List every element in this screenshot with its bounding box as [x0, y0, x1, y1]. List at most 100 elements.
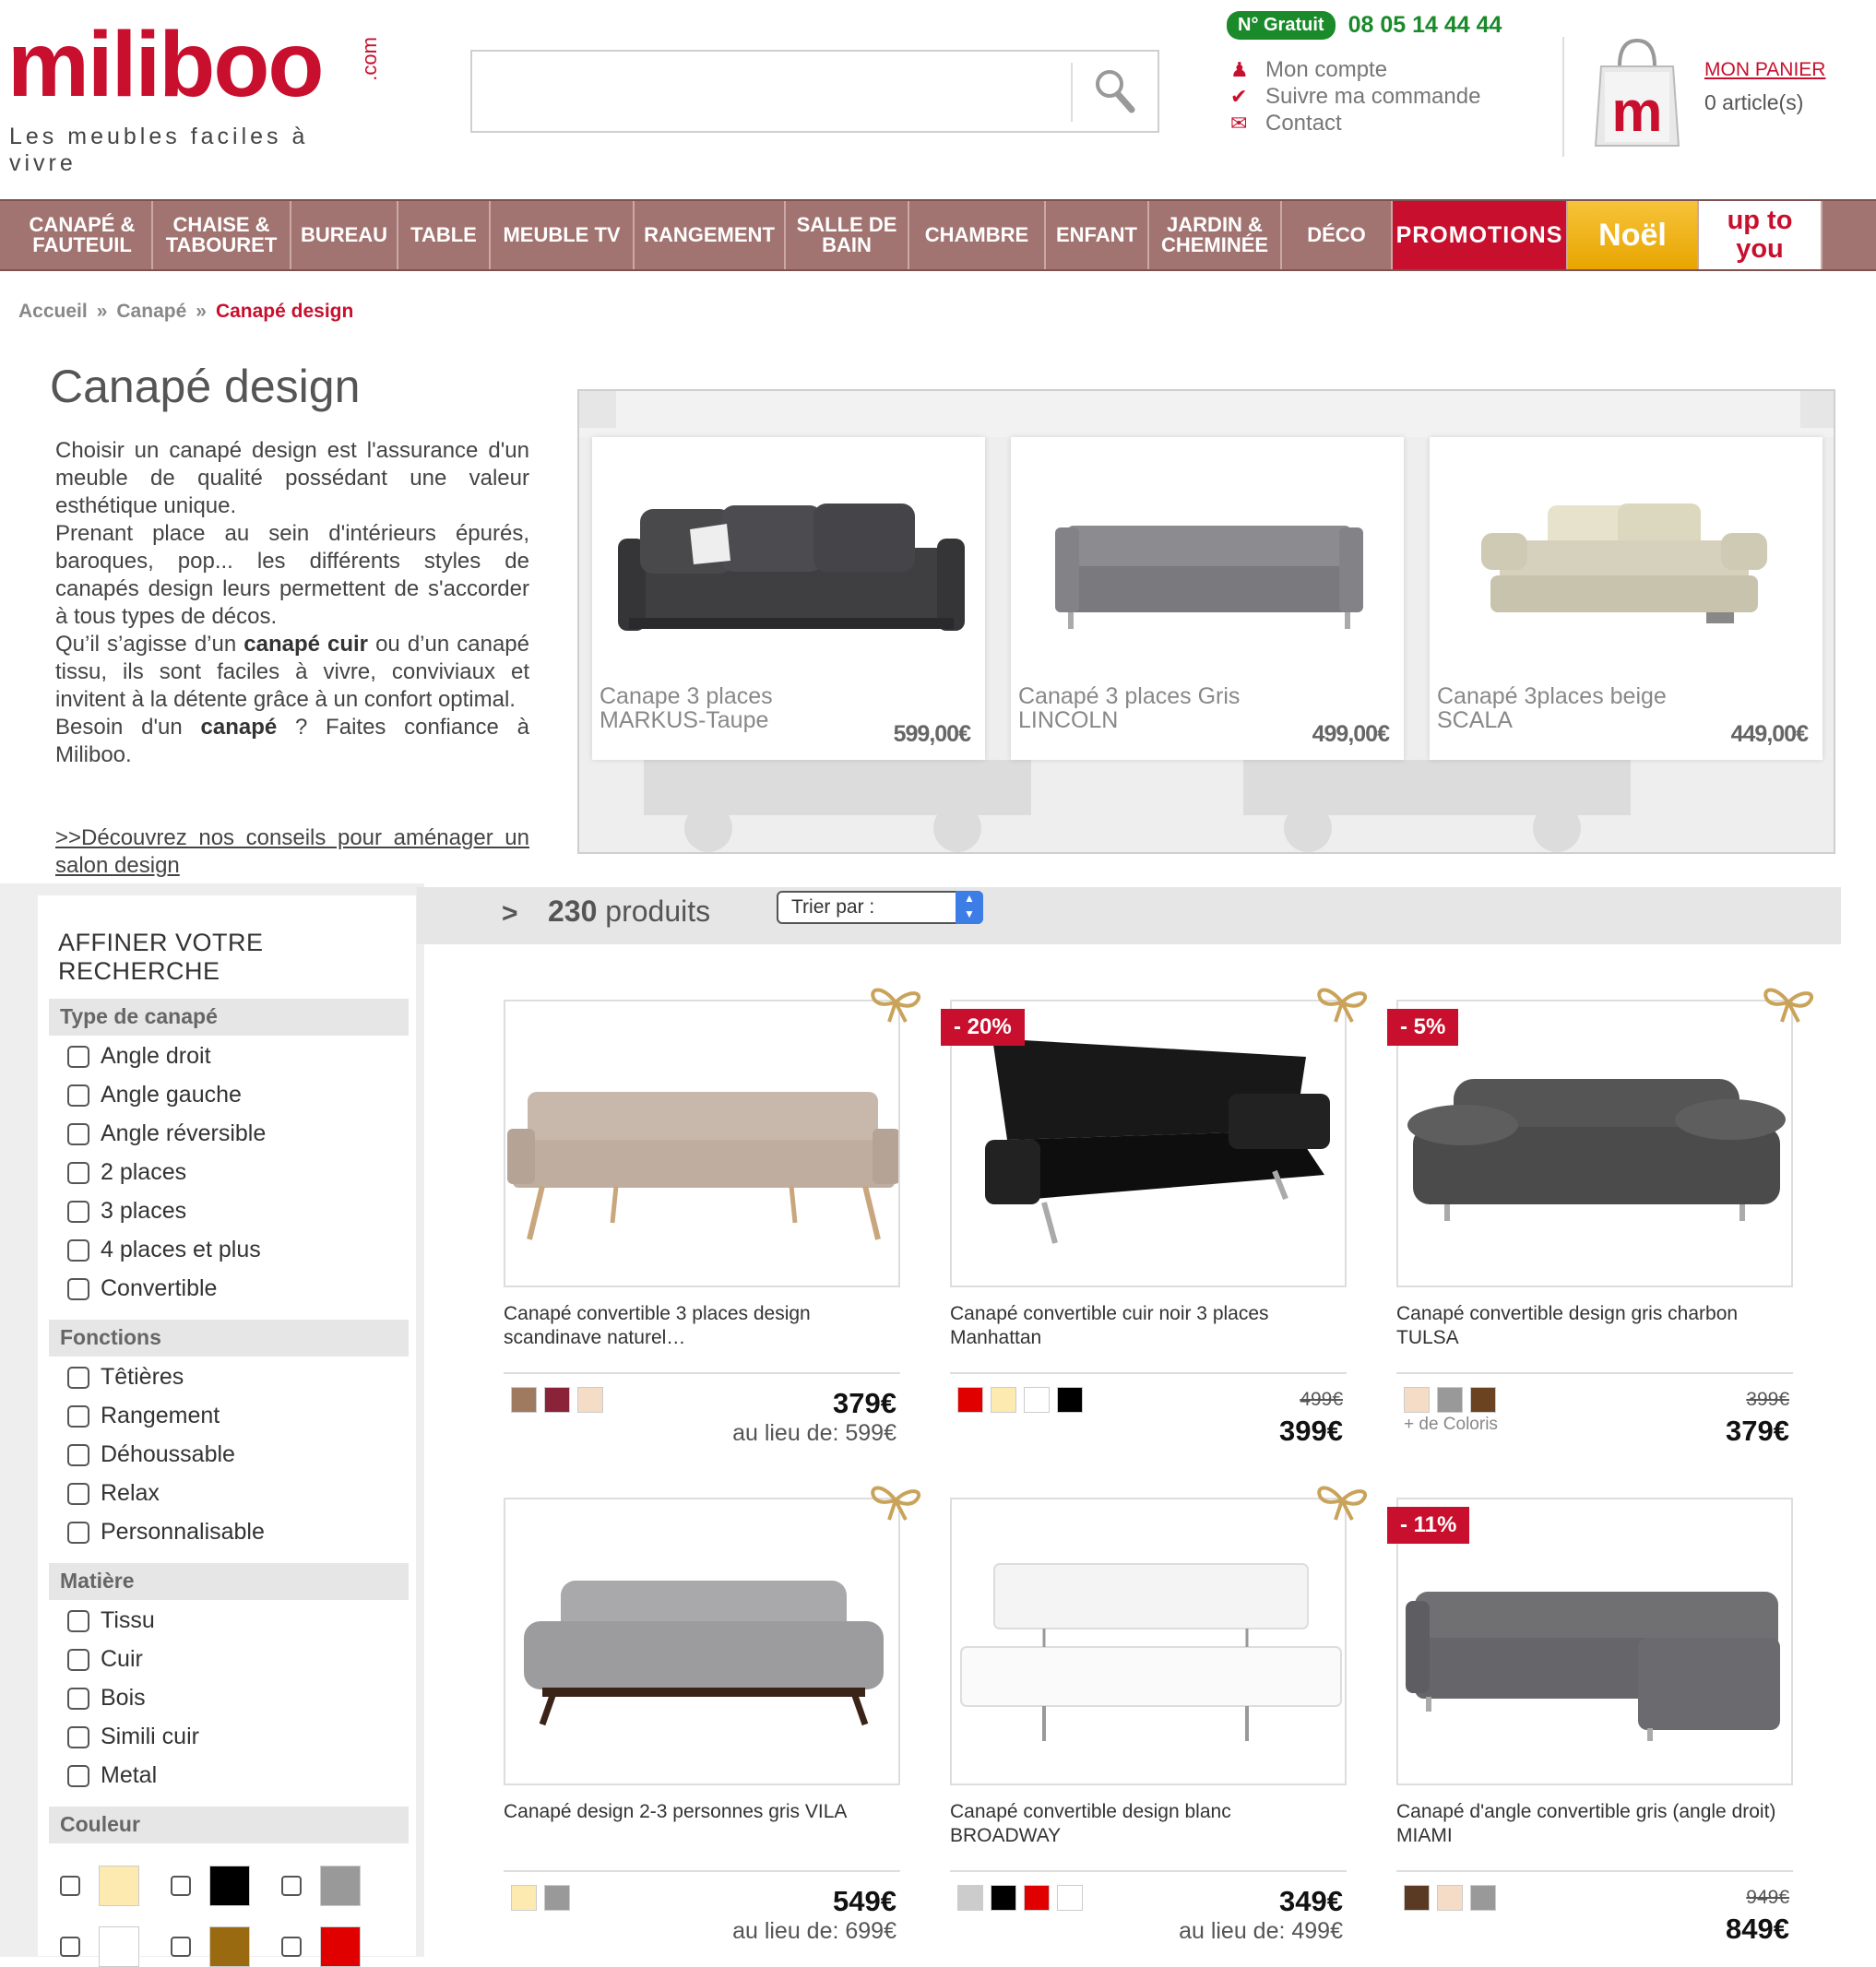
color-swatch[interactable] — [991, 1387, 1016, 1413]
color-swatch[interactable] — [544, 1387, 570, 1413]
product-name[interactable]: Canapé d'angle convertible gris (angle d… — [1396, 1800, 1784, 1848]
color-filter[interactable] — [171, 1926, 250, 1967]
filter-option[interactable]: Angle réversible — [67, 1120, 266, 1147]
color-swatch[interactable] — [1057, 1885, 1083, 1911]
checkbox[interactable] — [67, 1200, 89, 1223]
nav-item-salle-de-bain[interactable]: SALLE DE BAIN — [786, 201, 909, 269]
product-card[interactable]: Canapé design 2-3 personnes gris VILA 54… — [504, 1486, 920, 1959]
filter-option[interactable]: Convertible — [67, 1275, 217, 1302]
color-swatch[interactable] — [957, 1387, 983, 1413]
product-name[interactable]: Canapé convertible cuir noir 3 places Ma… — [950, 1302, 1337, 1350]
color-swatch[interactable] — [957, 1885, 983, 1911]
nav-item-meuble-tv[interactable]: MEUBLE TV — [491, 201, 635, 269]
filter-option[interactable]: 2 places — [67, 1159, 186, 1186]
free-phone[interactable]: N° Gratuit 08 05 14 44 44 — [1227, 11, 1502, 40]
filter-option[interactable]: Angle droit — [67, 1043, 211, 1070]
checkbox[interactable] — [67, 1277, 89, 1300]
nav-item-jardin[interactable]: JARDIN & CHEMINÉE — [1149, 201, 1282, 269]
product-card[interactable]: - 11% Canapé d'angle convertible gris (a… — [1387, 1498, 1793, 1959]
featured-slider[interactable]: Canape 3 places MARKUS-Taupe 599,00€ Can… — [577, 389, 1835, 854]
more-colors-link[interactable]: + de Coloris — [1404, 1415, 1498, 1435]
sort-select[interactable]: Trier par : ▲ ▼ — [777, 891, 983, 924]
color-swatch[interactable] — [577, 1387, 603, 1413]
filter-option[interactable]: Déhoussable — [67, 1441, 235, 1468]
nav-item-promotions[interactable]: PROMOTIONS — [1393, 201, 1568, 269]
checkbox[interactable] — [67, 1482, 89, 1505]
product-name[interactable]: Canapé convertible 3 places design scand… — [504, 1302, 891, 1350]
color-swatch[interactable] — [511, 1885, 537, 1911]
checkbox[interactable] — [281, 1876, 302, 1896]
filter-group-type[interactable]: Type de canapé — [49, 999, 409, 1036]
product-name[interactable]: Canapé convertible design gris charbon T… — [1396, 1302, 1784, 1350]
product-name[interactable]: Canapé design 2-3 personnes gris VILA — [504, 1800, 891, 1824]
checkbox[interactable] — [67, 1084, 89, 1107]
nav-item-bureau[interactable]: BUREAU — [291, 201, 398, 269]
checkbox[interactable] — [67, 1161, 89, 1184]
filter-option[interactable]: 4 places et plus — [67, 1237, 261, 1263]
color-filter[interactable] — [281, 1926, 361, 1967]
discover-tips-link[interactable]: >>Découvrez nos conseils pour aménager u… — [55, 824, 529, 880]
product-card[interactable]: - 5% Canapé convertible design gris char… — [1387, 988, 1813, 1461]
color-filter[interactable] — [281, 1866, 361, 1906]
filter-option[interactable]: Cuir — [67, 1646, 143, 1673]
color-swatch[interactable] — [1470, 1885, 1496, 1911]
slider-card[interactable]: Canapé 3 places Gris LINCOLN 499,00€ — [1011, 437, 1404, 760]
slider-product-name[interactable]: Canape 3 places MARKUS-Taupe — [600, 684, 876, 732]
nav-item-up-to-you[interactable]: up to you — [1699, 201, 1823, 269]
filter-option[interactable]: Rangement — [67, 1403, 220, 1429]
filter-group-fonctions[interactable]: Fonctions — [49, 1320, 409, 1357]
filter-group-couleur[interactable]: Couleur — [49, 1807, 409, 1843]
slider-product-name[interactable]: Canapé 3 places Gris LINCOLN — [1018, 684, 1295, 732]
cart-summary[interactable]: MON PANIER 0 article(s) — [1704, 59, 1825, 115]
checkbox[interactable] — [67, 1521, 89, 1544]
color-swatch[interactable] — [1404, 1387, 1430, 1413]
contact-label[interactable]: Contact — [1265, 111, 1342, 136]
color-filter[interactable] — [171, 1866, 250, 1906]
filter-option[interactable]: Tissu — [67, 1607, 155, 1634]
canape-cuir-link[interactable]: canapé cuir — [243, 632, 368, 657]
slider-card[interactable]: Canapé 3places beige SCALA 449,00€ — [1430, 437, 1823, 760]
checkbox[interactable] — [171, 1937, 191, 1957]
filter-option[interactable]: Metal — [67, 1762, 157, 1789]
site-logo[interactable]: miliboo .com Les meubles faciles à vivre — [7, 18, 381, 176]
slider-product-name[interactable]: Canapé 3places beige SCALA — [1437, 684, 1714, 732]
color-swatch[interactable] — [1024, 1885, 1050, 1911]
color-swatch[interactable] — [1437, 1885, 1463, 1911]
color-filter[interactable] — [60, 1926, 139, 1967]
account-link[interactable]: ♟ Mon compte — [1230, 57, 1480, 83]
filter-option[interactable]: Simili cuir — [67, 1724, 199, 1750]
filter-group-matiere[interactable]: Matière — [49, 1563, 409, 1600]
nav-item-enfant[interactable]: ENFANT — [1046, 201, 1149, 269]
checkbox[interactable] — [67, 1366, 89, 1389]
checkbox[interactable] — [67, 1045, 89, 1068]
cart-title[interactable]: MON PANIER — [1704, 59, 1825, 81]
color-swatch[interactable] — [544, 1885, 570, 1911]
product-image[interactable] — [504, 1498, 900, 1785]
checkbox[interactable] — [67, 1764, 89, 1787]
search-button[interactable] — [1073, 52, 1158, 131]
checkbox[interactable] — [67, 1648, 89, 1671]
breadcrumb-canape[interactable]: Canapé — [116, 301, 186, 322]
nav-item-table[interactable]: TABLE — [398, 201, 491, 269]
color-swatch[interactable] — [1437, 1387, 1463, 1413]
nav-item-rangement[interactable]: RANGEMENT — [635, 201, 786, 269]
checkbox[interactable] — [67, 1122, 89, 1145]
search-box[interactable] — [470, 50, 1159, 133]
color-swatch[interactable] — [511, 1387, 537, 1413]
color-swatch[interactable] — [991, 1885, 1016, 1911]
nav-item-chambre[interactable]: CHAMBRE — [909, 201, 1046, 269]
checkbox[interactable] — [60, 1937, 80, 1957]
track-order-label[interactable]: Suivre ma commande — [1265, 84, 1480, 110]
nav-item-noel[interactable]: Noël — [1568, 201, 1699, 269]
track-order-link[interactable]: ✔ Suivre ma commande — [1230, 84, 1480, 110]
account-link-label[interactable]: Mon compte — [1265, 57, 1387, 83]
breadcrumb-home[interactable]: Accueil — [18, 301, 88, 322]
color-swatch[interactable] — [1057, 1387, 1083, 1413]
filter-option[interactable]: Relax — [67, 1480, 160, 1507]
checkbox[interactable] — [67, 1404, 89, 1428]
product-image[interactable] — [504, 1000, 900, 1287]
color-filter[interactable] — [60, 1866, 139, 1906]
canape-link[interactable]: canapé — [201, 715, 278, 740]
checkbox[interactable] — [60, 1876, 80, 1896]
filter-option[interactable]: Personnalisable — [67, 1519, 265, 1546]
